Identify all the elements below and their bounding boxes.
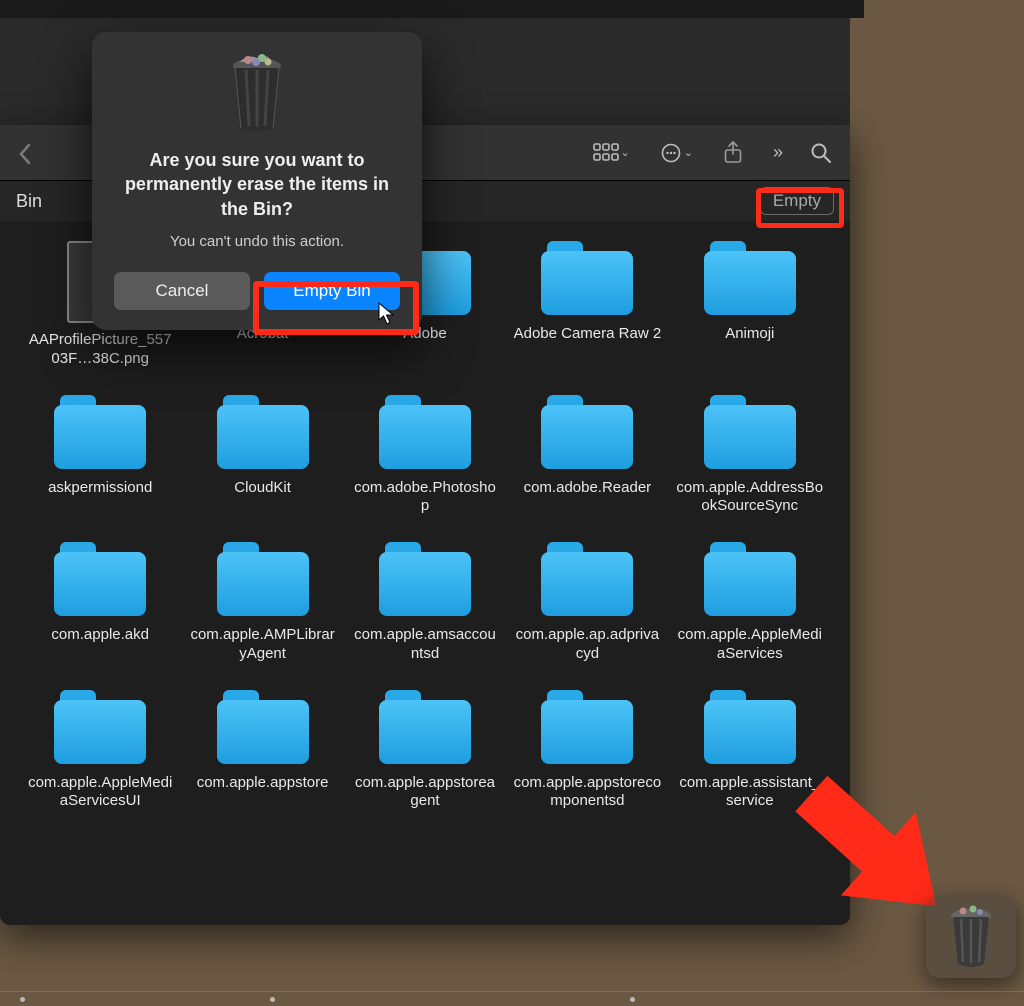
item-label: com.adobe.Reader (524, 479, 652, 498)
chevron-down-icon: ⌄ (621, 146, 630, 159)
folder-item[interactable]: com.apple.appstore (188, 690, 336, 812)
folder-icon (541, 241, 633, 315)
folder-item[interactable]: com.apple.AppleMediaServices (676, 542, 824, 664)
folder-icon (379, 395, 471, 469)
folder-item[interactable]: com.apple.amsaccountsd (351, 542, 499, 664)
folder-icon (54, 690, 146, 764)
item-label: askpermissiond (48, 479, 152, 498)
dock-indicator-dot (270, 997, 275, 1002)
item-label: com.apple.appstoreagent (351, 774, 499, 812)
folder-item[interactable]: Adobe Camera Raw 2 (513, 241, 661, 369)
folder-item[interactable]: com.apple.AppleMediaServicesUI (26, 690, 174, 812)
item-label: com.apple.akd (51, 626, 149, 645)
folder-item[interactable]: com.apple.assistant_service (676, 690, 824, 812)
folder-item[interactable]: com.apple.AddressBookSourceSync (676, 395, 824, 517)
chevron-down-icon: ⌄ (684, 146, 693, 159)
folder-item[interactable]: com.apple.AMPLibraryAgent (188, 542, 336, 664)
dialog-title: Are you sure you want to permanently era… (114, 148, 400, 221)
item-label: AAProfilePicture_55703F…38C.png (26, 331, 174, 369)
item-label: com.apple.AMPLibraryAgent (188, 626, 336, 664)
folder-icon (217, 395, 309, 469)
more-toolbar-button[interactable]: » (773, 142, 780, 163)
folder-icon (541, 690, 633, 764)
folder-icon (379, 690, 471, 764)
back-button[interactable] (18, 143, 32, 171)
folder-icon (704, 690, 796, 764)
view-mode-button[interactable]: ⌄ (593, 143, 630, 163)
dock-indicator-dot (20, 997, 25, 1002)
item-label: Animoji (725, 325, 774, 344)
folder-item[interactable]: askpermissiond (26, 395, 174, 517)
item-label: com.apple.appstorecomponentsd (513, 774, 661, 812)
folder-icon (54, 542, 146, 616)
dock-trash[interactable] (926, 896, 1016, 978)
trash-full-icon (222, 54, 292, 134)
annotation-highlight-emptybin (253, 281, 419, 335)
folder-item[interactable]: com.adobe.Reader (513, 395, 661, 517)
item-label: com.apple.AppleMediaServicesUI (26, 774, 174, 812)
folder-item[interactable]: com.apple.ap.adprivacyd (513, 542, 661, 664)
folder-item[interactable]: com.apple.appstorecomponentsd (513, 690, 661, 812)
folder-item[interactable]: com.apple.akd (26, 542, 174, 664)
item-label: Adobe Camera Raw 2 (514, 325, 662, 344)
folder-icon (54, 395, 146, 469)
folder-icon (217, 542, 309, 616)
folder-icon (704, 241, 796, 315)
item-label: com.apple.assistant_service (676, 774, 824, 812)
folder-icon (704, 542, 796, 616)
share-button[interactable] (723, 141, 743, 165)
location-label: Bin (16, 191, 42, 212)
group-by-button[interactable]: ⌄ (660, 142, 693, 164)
folder-icon (541, 542, 633, 616)
item-label: com.apple.appstore (197, 774, 329, 793)
folder-item[interactable]: CloudKit (188, 395, 336, 517)
folder-icon (217, 690, 309, 764)
item-label: com.apple.AppleMediaServices (676, 626, 824, 664)
item-label: com.apple.amsaccountsd (351, 626, 499, 664)
folder-icon (541, 395, 633, 469)
item-label: com.adobe.Photoshop (351, 479, 499, 517)
folder-icon (704, 395, 796, 469)
menu-bar-region (0, 0, 864, 18)
cancel-button[interactable]: Cancel (114, 272, 250, 310)
item-label: CloudKit (234, 479, 291, 498)
folder-item[interactable]: Animoji (676, 241, 824, 369)
search-button[interactable] (810, 142, 832, 164)
item-label: com.apple.AddressBookSourceSync (676, 479, 824, 517)
dock-indicator-dot (630, 997, 635, 1002)
item-label: com.apple.ap.adprivacyd (513, 626, 661, 664)
annotation-highlight-empty (756, 188, 844, 228)
trash-full-icon (943, 904, 999, 970)
dock-shelf-line (0, 991, 1024, 992)
folder-item[interactable]: com.apple.appstoreagent (351, 690, 499, 812)
folder-icon (379, 542, 471, 616)
folder-item[interactable]: com.adobe.Photoshop (351, 395, 499, 517)
dialog-message: You can't undo this action. (114, 233, 400, 250)
